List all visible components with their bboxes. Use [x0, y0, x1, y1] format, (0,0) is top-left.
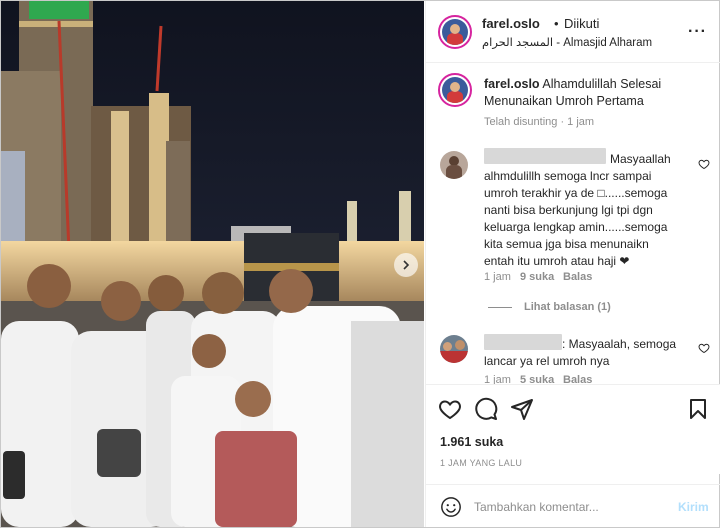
- caption-username[interactable]: farel.oslo: [484, 77, 540, 91]
- more-horizontal-icon: ···: [688, 23, 707, 40]
- author-avatar[interactable]: [438, 15, 472, 49]
- comment-likes[interactable]: 9 suka: [520, 271, 554, 283]
- comment-line: keluarga lengkap amin......semoga: [484, 220, 668, 234]
- post-photo[interactable]: [1, 1, 424, 527]
- comment-line: lancar ya rel umroh nya: [484, 354, 610, 368]
- mecca-family-photo: [1, 1, 424, 527]
- comment-line: entah itu umroh atau haji ❤: [484, 254, 630, 268]
- comment-line: alhmdulillh semoga lncr sampai: [484, 169, 652, 183]
- like-heart-icon[interactable]: [438, 397, 462, 421]
- bookmark-icon[interactable]: [686, 397, 710, 421]
- post-sidebar: farel.oslo • Diikuti المسجد الحرام - Alm…: [425, 1, 720, 527]
- comment-line: : Masyaalah, semoga: [562, 337, 677, 351]
- reply-divider: [488, 307, 512, 308]
- follow-status[interactable]: Diikuti: [564, 16, 599, 31]
- post-timestamp: 1 JAM YANG LALU: [440, 458, 523, 468]
- commenter-avatar[interactable]: [440, 335, 468, 363]
- more-options-button[interactable]: ···: [688, 23, 707, 41]
- comment-line: umroh terakhir ya de □......semoga: [484, 186, 668, 200]
- comment-bubble-icon[interactable]: [474, 397, 498, 421]
- comment-line: nanti bisa berkunjung lgi tpi dgn: [484, 203, 653, 217]
- comment-line: Masyaallah: [610, 152, 671, 166]
- caption-line1: Alhamdulillah Selesai: [542, 77, 662, 91]
- reply-button[interactable]: Balas: [563, 271, 592, 283]
- post-location[interactable]: المسجد الحرام - Almasjid Alharam: [482, 35, 652, 49]
- comment-input[interactable]: [474, 496, 664, 518]
- caption-line2: Menunaikan Umroh Pertama: [484, 94, 644, 108]
- commenter-avatar[interactable]: [440, 151, 468, 179]
- heart-icon[interactable]: [698, 158, 710, 170]
- comment-body: Masyaallah alhmdulillh semoga lncr sampa…: [484, 151, 706, 270]
- view-replies-button[interactable]: Lihat balasan (1): [524, 301, 611, 313]
- add-comment-bar: Kirim: [426, 484, 720, 527]
- separator-dot: •: [554, 16, 559, 31]
- comment-body: : Masyaalah, semoga lancar ya rel umroh …: [484, 336, 706, 370]
- comment-line: kita semua jga bisa menunaikn: [484, 237, 649, 251]
- post-comment-button[interactable]: Kirim: [678, 500, 709, 514]
- caption-meta: Telah disunting · 1 jam: [484, 116, 595, 128]
- next-image-button[interactable]: [394, 253, 418, 277]
- share-send-icon[interactable]: [510, 397, 534, 421]
- post-header: farel.oslo • Diikuti المسجد الحرام - Alm…: [426, 1, 720, 63]
- comment-time: 1 jam: [484, 271, 511, 283]
- chevron-right-icon: [403, 260, 410, 270]
- post-actions: 1.961 suka 1 JAM YANG LALU: [426, 384, 720, 474]
- emoji-icon[interactable]: [440, 496, 462, 518]
- caption: farel.oslo Alhamdulillah Selesai Menunai…: [484, 76, 709, 110]
- author-username[interactable]: farel.oslo: [482, 16, 540, 31]
- likes-count[interactable]: 1.961 suka: [440, 435, 503, 449]
- caption-avatar[interactable]: [438, 73, 472, 107]
- heart-icon[interactable]: [698, 342, 710, 354]
